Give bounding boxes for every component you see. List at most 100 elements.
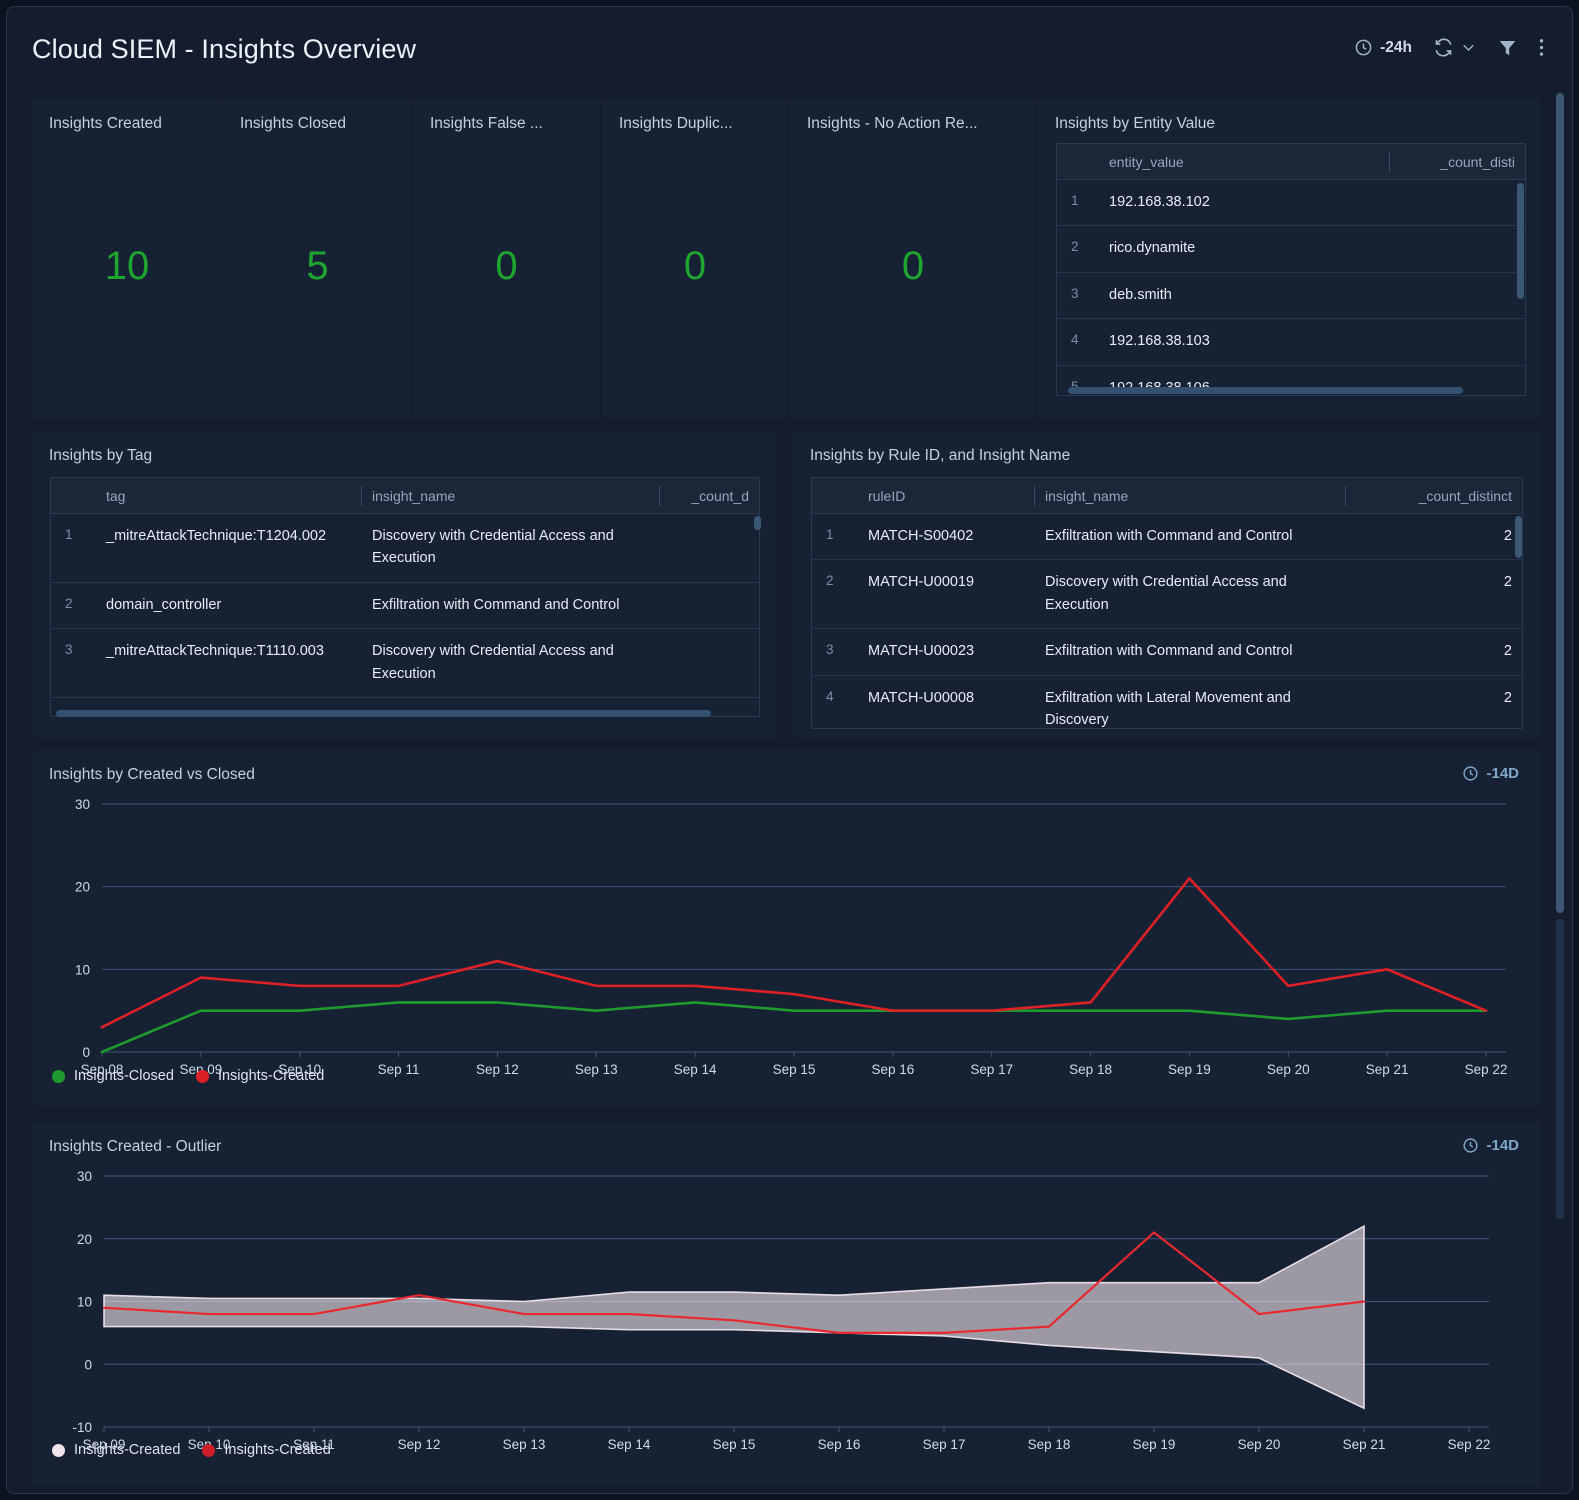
time-range-label: -24h — [1380, 39, 1412, 57]
page-scrollbar-track[interactable] — [1556, 919, 1564, 1219]
th-count-distinct[interactable]: _count_d — [660, 488, 759, 504]
th-insight-name[interactable]: insight_name — [1035, 488, 1345, 504]
kpi-value: 0 — [602, 244, 788, 289]
more-vertical-icon[interactable] — [1539, 37, 1544, 58]
clock-icon — [1462, 765, 1479, 782]
page-scrollbar-thumb[interactable] — [1556, 93, 1564, 913]
th-tag[interactable]: tag — [96, 488, 361, 504]
kpi-card-insights-closed[interactable]: Insights Closed 5 — [223, 99, 412, 419]
page-title: Cloud SIEM - Insights Overview — [32, 34, 416, 65]
entity-value-table[interactable]: entity_value _count_disti 1 192.168.38.1… — [1056, 143, 1526, 396]
kpi-card-insights-created[interactable]: Insights Created 10 — [32, 99, 222, 419]
cell-insight-name: Exfiltration with Command and Control — [1035, 514, 1346, 558]
clock-icon — [1462, 1137, 1479, 1154]
th-count-distinct[interactable]: _count_disti — [1390, 154, 1525, 170]
th-insight-name[interactable]: insight_name — [362, 488, 659, 504]
entity-table-horizontal-scrollbar[interactable] — [1068, 387, 1463, 394]
svg-text:Sep 14: Sep 14 — [608, 1437, 651, 1452]
cell-count: 2 — [1346, 560, 1522, 604]
legend-item-insights-closed[interactable]: Insights-Closed — [52, 1068, 174, 1084]
svg-text:Sep 21: Sep 21 — [1366, 1062, 1409, 1077]
kpi-value: 0 — [413, 244, 600, 289]
legend-item-insights-created[interactable]: Insights-Created — [196, 1068, 324, 1084]
table-row[interactable]: 4 192.168.38.103 — [1057, 318, 1525, 364]
panel-insights-created-vs-closed: Insights by Created vs Closed -14D 01020… — [32, 750, 1541, 1106]
legend-item-insights-created-band[interactable]: Insights-Created — [52, 1442, 180, 1458]
row-index: 1 — [812, 514, 858, 557]
table-row[interactable]: 1 MATCH-S00402 Exfiltration with Command… — [812, 514, 1522, 559]
refresh-icon[interactable] — [1433, 37, 1454, 58]
cell-rule-id: MATCH-U00008 — [858, 676, 1035, 720]
panel-insights-by-tag: Insights by Tag tag insight_name _count_… — [32, 431, 777, 738]
legend-item-insights-created-line[interactable]: Insights-Created — [202, 1442, 330, 1458]
table-row[interactable]: 3 MATCH-U00023 Exfiltration with Command… — [812, 628, 1522, 674]
cell-count: 2 — [1346, 514, 1522, 558]
refresh-control[interactable] — [1433, 37, 1476, 58]
kpi-card-insights-duplicate[interactable]: Insights Duplic... 0 — [602, 99, 788, 419]
svg-text:Sep 18: Sep 18 — [1069, 1062, 1112, 1077]
cell-tag: domain_controller — [96, 583, 362, 627]
svg-text:Sep 22: Sep 22 — [1448, 1437, 1491, 1452]
cell-tag: _mitreAttackTechnique:T1204.002 — [96, 514, 362, 558]
cell-count — [660, 514, 759, 536]
kpi-value: 5 — [223, 244, 412, 289]
dashboard-window: Cloud SIEM - Insights Overview -24h — [6, 6, 1573, 1494]
tag-table[interactable]: tag insight_name _count_d 1 _mitreAttack… — [50, 477, 760, 717]
svg-text:Sep 16: Sep 16 — [818, 1437, 861, 1452]
svg-text:10: 10 — [77, 1295, 92, 1310]
kpi-card-insights-no-action-required[interactable]: Insights - No Action Re... 0 — [790, 99, 1036, 419]
svg-text:Sep 15: Sep 15 — [713, 1437, 756, 1452]
cell-count — [660, 629, 759, 651]
legend-swatch — [52, 1444, 65, 1457]
kpi-card-insights-false-positive[interactable]: Insights False ... 0 — [413, 99, 600, 419]
cell-insight-name: Exfiltration with Command and Control — [362, 583, 660, 627]
svg-text:Sep 13: Sep 13 — [575, 1062, 618, 1077]
table-row[interactable]: 1 _mitreAttackTechnique:T1204.002 Discov… — [51, 514, 759, 582]
kpi-title: Insights Created — [49, 115, 162, 133]
svg-text:Sep 16: Sep 16 — [871, 1062, 914, 1077]
cell-entity-value: 192.168.38.103 — [1099, 319, 1389, 363]
table-row[interactable]: 2 rico.dynamite — [1057, 225, 1525, 271]
table-row[interactable]: 1 192.168.38.102 — [1057, 180, 1525, 225]
rule-id-table[interactable]: ruleID insight_name _count_distinct 1 MA… — [811, 477, 1523, 729]
table-row[interactable]: 3 _mitreAttackTechnique:T1110.003 Discov… — [51, 628, 759, 697]
svg-text:30: 30 — [75, 797, 90, 812]
cell-entity-value: 192.168.38.102 — [1099, 180, 1389, 224]
outlier-plot[interactable]: -100102030Sep 09Sep 10Sep 11Sep 12Sep 13… — [32, 1162, 1541, 1467]
table-header-row: entity_value _count_disti — [1057, 144, 1525, 180]
dashboard-header: Cloud SIEM - Insights Overview -24h — [15, 7, 1566, 95]
tag-table-horizontal-scrollbar[interactable] — [56, 710, 711, 717]
chart-time-range-label: -14D — [1486, 765, 1519, 782]
time-range-picker[interactable]: -24h — [1354, 38, 1412, 57]
panel-title: Insights by Tag — [49, 447, 152, 465]
cell-entity-value: deb.smith — [1099, 273, 1389, 317]
legend-swatch — [196, 1070, 209, 1083]
tag-table-vertical-scrollbar[interactable] — [754, 516, 761, 530]
table-row[interactable]: 2 MATCH-U00019 Discovery with Credential… — [812, 559, 1522, 628]
cell-rule-id: MATCH-U00019 — [858, 560, 1035, 604]
legend-swatch — [52, 1070, 65, 1083]
th-count-distinct[interactable]: _count_distinct — [1346, 488, 1522, 504]
table-header-row: tag insight_name _count_d — [51, 478, 759, 514]
th-entity-value[interactable]: entity_value — [1099, 154, 1389, 170]
table-row[interactable]: 4 MATCH-U00008 Exfiltration with Lateral… — [812, 675, 1522, 729]
rule-table-vertical-scrollbar[interactable] — [1515, 516, 1522, 558]
svg-text:Sep 21: Sep 21 — [1343, 1437, 1386, 1452]
th-rule-id[interactable]: ruleID — [858, 488, 1034, 504]
svg-text:Sep 20: Sep 20 — [1238, 1437, 1281, 1452]
chart-time-range[interactable]: -14D — [1462, 765, 1519, 782]
table-row[interactable]: 3 deb.smith — [1057, 272, 1525, 318]
svg-text:Sep 15: Sep 15 — [773, 1062, 816, 1077]
entity-table-vertical-scrollbar[interactable] — [1517, 183, 1524, 299]
row-index: 1 — [1057, 180, 1099, 223]
filter-icon[interactable] — [1497, 37, 1518, 58]
svg-text:0: 0 — [82, 1045, 90, 1060]
chevron-down-icon[interactable] — [1461, 40, 1476, 55]
cell-count: 2 — [1346, 676, 1522, 720]
dashboard-canvas: Cloud SIEM - Insights Overview -24h — [15, 7, 1566, 1493]
created-vs-closed-plot[interactable]: 0102030Sep 08Sep 09Sep 10Sep 11Sep 12Sep… — [32, 790, 1541, 1090]
table-row[interactable]: 2 domain_controller Exfiltration with Co… — [51, 582, 759, 628]
row-index: 4 — [1057, 319, 1099, 362]
chart-time-range[interactable]: -14D — [1462, 1137, 1519, 1154]
legend-label: Insights-Created — [224, 1442, 330, 1458]
